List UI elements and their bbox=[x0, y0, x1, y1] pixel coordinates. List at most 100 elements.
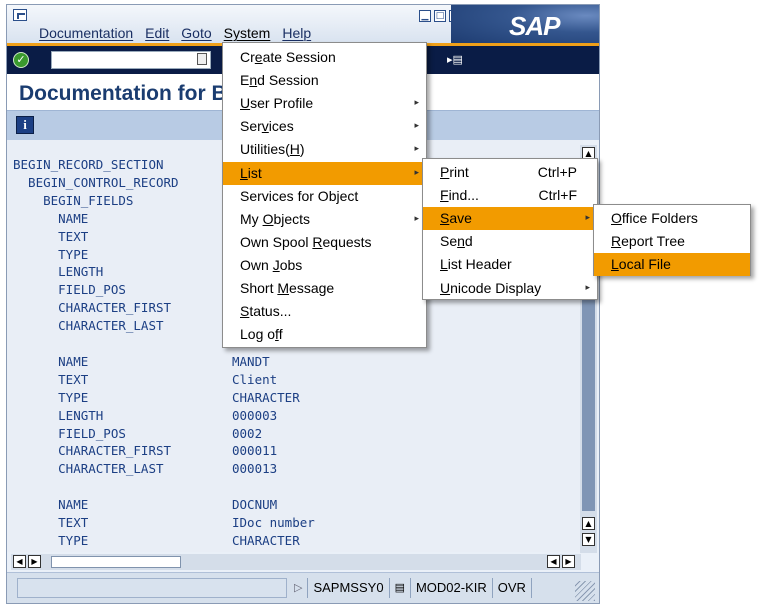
system-menu-item-label: Log off bbox=[240, 323, 283, 346]
menu-documentation[interactable]: Documentation bbox=[33, 25, 139, 41]
window-menu-icon[interactable] bbox=[13, 9, 27, 21]
list-line-value: IDoc number bbox=[232, 515, 315, 530]
system-menu-item-label: Utilities(H) bbox=[240, 138, 305, 161]
maximize-icon[interactable]: □ bbox=[434, 10, 446, 22]
list-line-field: BEGIN_CONTROL_RECORD bbox=[13, 174, 179, 190]
accelerator-key: L bbox=[611, 256, 619, 273]
list-menu-item[interactable]: Print Ctrl+P bbox=[423, 161, 597, 184]
label-part: ect bbox=[339, 187, 359, 204]
minimize-icon[interactable]: ▁ bbox=[419, 10, 431, 22]
save-menu-item[interactable]: Local File bbox=[594, 253, 750, 277]
system-menu-item[interactable]: Utilities(H) ▸ bbox=[223, 138, 426, 161]
status-expand-icon[interactable]: ▷ bbox=[289, 578, 307, 598]
list-line-field: BEGIN_RECORD_SECTION bbox=[13, 157, 164, 172]
label-part: Short bbox=[240, 280, 278, 296]
label-part: f bbox=[278, 326, 283, 343]
command-field[interactable] bbox=[51, 51, 211, 69]
system-menu-item[interactable]: Create Session bbox=[223, 46, 426, 69]
accelerator-key: S bbox=[240, 303, 250, 320]
list-menu-item-label: Print bbox=[440, 161, 469, 184]
label-part: bjects bbox=[273, 210, 311, 227]
system-menu-item[interactable]: List ▸ bbox=[223, 161, 426, 185]
label-part: ffice Folders bbox=[621, 210, 698, 226]
submenu-arrow-icon: ▸ bbox=[414, 167, 419, 178]
label-part: ate Session bbox=[262, 49, 336, 65]
scroll-left-end-icon[interactable]: ◀ bbox=[547, 555, 560, 568]
list-menu-item-label: Save bbox=[440, 207, 472, 230]
system-menu-item[interactable]: Services ▸ bbox=[223, 115, 426, 138]
system-menu-item[interactable]: Services for Object bbox=[223, 185, 426, 208]
list-menu-item[interactable]: List Header bbox=[423, 253, 597, 276]
scroll-up-small-icon[interactable]: ▲ bbox=[582, 517, 595, 530]
horizontal-scrollbar[interactable]: ◀ ▶ ◀ ▶ bbox=[11, 554, 581, 570]
command-field-dropdown-icon[interactable] bbox=[197, 53, 207, 65]
accelerator-key: F bbox=[440, 187, 449, 204]
accelerator-key: P bbox=[440, 164, 450, 180]
system-menu-item[interactable]: End Session bbox=[223, 69, 426, 92]
list-menu-item[interactable]: Unicode Display ▸ bbox=[423, 277, 597, 300]
list-line-field: NAME bbox=[13, 210, 89, 226]
list-menu-item[interactable]: Send bbox=[423, 230, 597, 253]
info-icon[interactable]: i bbox=[16, 116, 34, 134]
system-menu-item-label: Create Session bbox=[240, 46, 336, 69]
scroll-right-icon[interactable]: ▶ bbox=[562, 555, 575, 568]
accelerator-key: R bbox=[611, 233, 622, 250]
label-part: ist bbox=[247, 164, 262, 181]
label-part: Own Spool bbox=[240, 233, 313, 250]
save-menu-item[interactable]: Report Tree bbox=[594, 230, 750, 253]
accelerator-key: S bbox=[440, 210, 450, 227]
save-menu-item[interactable]: Office Folders bbox=[594, 207, 750, 230]
system-menu-item-label: Status... bbox=[240, 300, 291, 323]
accelerator-key: v bbox=[261, 118, 269, 135]
label-part: Utilities( bbox=[240, 141, 290, 158]
label-part: d bbox=[464, 233, 473, 250]
status-mode[interactable]: OVR bbox=[491, 578, 532, 598]
system-menu-item[interactable]: Short Message bbox=[223, 277, 426, 300]
submenu-arrow-icon: ▸ bbox=[414, 213, 419, 224]
list-line-field: LENGTH bbox=[13, 407, 104, 423]
status-bar: ▷ SAPMSSY0 ▤ MOD02-KIR OVR bbox=[7, 572, 599, 603]
scroll-down-icon[interactable]: ▼ bbox=[582, 533, 595, 546]
label-part: E bbox=[240, 72, 250, 89]
list-line-field: TEXT bbox=[13, 371, 89, 387]
label-part: equests bbox=[322, 233, 372, 250]
system-menu-item[interactable]: Status... bbox=[223, 300, 426, 323]
shortcut-label: Ctrl+F bbox=[538, 187, 578, 204]
label-part: Log o bbox=[240, 326, 276, 343]
scroll-right-small-icon[interactable]: ▶ bbox=[28, 555, 41, 568]
submenu-arrow-icon: ▸ bbox=[585, 282, 590, 293]
system-menu-item[interactable]: User Profile ▸ bbox=[223, 92, 426, 115]
list-menu-item[interactable]: Find... Ctrl+F bbox=[423, 184, 597, 207]
accelerator-key: H bbox=[289, 141, 300, 158]
system-menu-item[interactable]: Own Spool Requests bbox=[223, 231, 426, 254]
menu-bar: Documentation Edit Goto System Help ▁ □ … bbox=[7, 5, 599, 45]
menu-help[interactable]: Help bbox=[276, 25, 317, 41]
resize-grip-icon[interactable] bbox=[575, 581, 595, 601]
list-menu-item-label: List Header bbox=[440, 253, 512, 276]
list-line-field: NAME bbox=[13, 497, 89, 513]
layout-menu-icon[interactable]: ▸▤ bbox=[447, 54, 463, 66]
submenu-arrow-icon: ▸ bbox=[414, 121, 419, 132]
system-menu-item[interactable]: My Objects ▸ bbox=[223, 208, 426, 231]
label-part: ) bbox=[299, 141, 305, 158]
list-line-value: 0002 bbox=[232, 425, 263, 441]
scroll-left-icon[interactable]: ◀ bbox=[13, 555, 26, 568]
green-check-icon[interactable]: ✓ bbox=[13, 52, 29, 68]
status-list-icon[interactable]: ▤ bbox=[388, 578, 410, 598]
list-line-value: 000013 bbox=[232, 461, 278, 477]
list-line-field: TYPE bbox=[13, 246, 89, 262]
label-part: ave bbox=[449, 210, 472, 227]
menu-goto[interactable]: Goto bbox=[175, 25, 217, 41]
label-part: rint bbox=[449, 164, 469, 180]
accelerator-key: J bbox=[272, 256, 280, 273]
list-line-field: NAME bbox=[13, 353, 89, 369]
menu-system[interactable]: System bbox=[218, 25, 277, 41]
menu-edit[interactable]: Edit bbox=[139, 25, 175, 41]
status-program: SAPMSSY0 bbox=[307, 578, 388, 598]
list-line-field: FIELD_POS bbox=[13, 282, 126, 298]
label-part: ices bbox=[268, 118, 294, 135]
list-menu-item[interactable]: Save ▸ bbox=[423, 207, 597, 231]
system-menu-item[interactable]: Own Jobs bbox=[223, 254, 426, 277]
horizontal-scroll-thumb[interactable] bbox=[51, 556, 181, 568]
system-menu-item[interactable]: Log off bbox=[223, 323, 426, 346]
